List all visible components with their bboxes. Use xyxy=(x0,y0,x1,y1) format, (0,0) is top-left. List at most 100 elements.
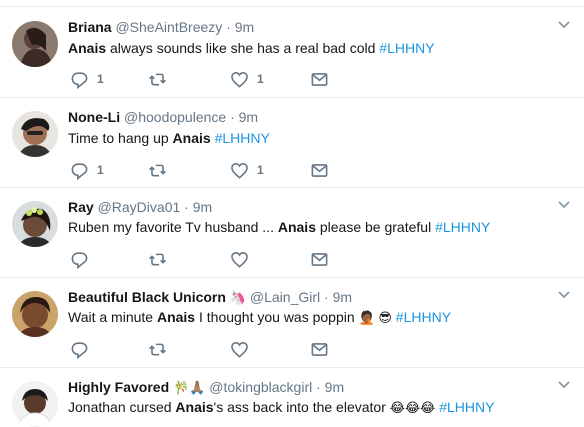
reply-icon xyxy=(71,71,88,89)
avatar[interactable] xyxy=(12,201,58,247)
name-emoji: 🦄 xyxy=(229,290,246,305)
tweet-actions: 1 1 xyxy=(68,69,368,89)
tweet-header: Ray @RayDiva01 · 9m xyxy=(68,198,212,216)
caret-down-icon[interactable] xyxy=(557,200,571,210)
separator: · xyxy=(230,109,235,125)
reply-count: 1 xyxy=(97,72,104,86)
timestamp[interactable]: 9m xyxy=(235,19,254,35)
display-name[interactable]: Beautiful Black Unicorn xyxy=(68,289,226,305)
text-post: please be grateful xyxy=(315,219,436,235)
message-icon xyxy=(311,163,328,177)
tweet-header: Briana @SheAintBreezy · 9m xyxy=(68,18,254,36)
username[interactable]: @RayDiva01 xyxy=(98,199,181,215)
reply-button[interactable] xyxy=(70,339,97,359)
tweet-header: Highly Favored 🎋🙏🏽 @tokingblackgirl · 9m xyxy=(68,378,344,397)
timestamp[interactable]: 9m xyxy=(193,199,212,215)
tweet[interactable]: Highly Favored 🎋🙏🏽 @tokingblackgirl · 9m… xyxy=(0,367,584,427)
text-pre: Ruben my favorite Tv husband ... xyxy=(68,219,278,235)
hashtag-link[interactable]: #LHHNY xyxy=(215,130,270,146)
retweet-button[interactable] xyxy=(148,249,175,269)
retweet-button[interactable] xyxy=(148,339,175,359)
message-icon xyxy=(311,72,328,86)
username[interactable]: @tokingblackgirl xyxy=(209,379,312,395)
like-button[interactable]: 1 xyxy=(230,69,264,89)
hashtag-link[interactable]: #LHHNY xyxy=(439,399,494,415)
display-name[interactable]: Ray xyxy=(68,199,94,215)
like-count: 1 xyxy=(257,163,264,177)
separator: · xyxy=(184,199,189,215)
timestamp[interactable]: 9m xyxy=(325,379,344,395)
like-button[interactable] xyxy=(230,339,257,359)
separator: · xyxy=(316,379,321,395)
text-post: I thought you was poppin xyxy=(195,309,359,325)
mention-bold: Anais xyxy=(172,130,211,146)
like-button[interactable] xyxy=(230,249,257,269)
text-pre: Jonathan cursed xyxy=(68,399,176,415)
direct-message-button[interactable] xyxy=(310,249,329,269)
text-post: 's ass back into the elevator xyxy=(213,399,390,415)
tweet-actions: 1 1 xyxy=(68,160,368,180)
like-icon xyxy=(231,71,248,88)
tweet-actions xyxy=(68,339,368,359)
text-pre: Time to hang up xyxy=(68,130,173,146)
reply-icon xyxy=(71,162,88,180)
reply-icon xyxy=(71,341,88,359)
reply-count: 1 xyxy=(97,163,104,177)
reply-button[interactable]: 1 xyxy=(70,160,104,180)
caret-down-icon[interactable] xyxy=(557,380,571,390)
mention-bold: Anais xyxy=(277,219,316,235)
tweet[interactable]: None-Li @hoodopulence · 9m Time to hang … xyxy=(0,97,584,187)
message-icon xyxy=(311,252,328,266)
tweet-header: Beautiful Black Unicorn 🦄 @Lain_Girl · 9… xyxy=(68,288,352,307)
direct-message-button[interactable] xyxy=(310,339,329,359)
display-name[interactable]: None-Li xyxy=(68,109,120,125)
timestamp[interactable]: 9m xyxy=(333,289,352,305)
avatar[interactable] xyxy=(12,381,58,427)
avatar[interactable] xyxy=(12,291,58,337)
mention-bold: Anais xyxy=(175,399,214,415)
like-icon xyxy=(231,251,248,268)
timestamp[interactable]: 9m xyxy=(239,109,258,125)
username[interactable]: @SheAintBreezy xyxy=(115,19,222,35)
hashtag-link[interactable]: #LHHNY xyxy=(435,219,490,235)
separator: · xyxy=(324,289,329,305)
reply-button[interactable]: 1 xyxy=(70,69,104,89)
tweet-actions xyxy=(68,249,368,269)
tweet-header: None-Li @hoodopulence · 9m xyxy=(68,108,258,126)
hashtag-link[interactable]: #LHHNY xyxy=(379,40,434,56)
mention-bold: Anais xyxy=(156,309,196,325)
avatar[interactable] xyxy=(12,21,58,67)
display-name[interactable]: Highly Favored xyxy=(68,379,169,395)
like-count: 1 xyxy=(257,72,264,86)
username[interactable]: @Lain_Girl xyxy=(250,289,320,305)
reply-button[interactable] xyxy=(70,249,97,269)
like-icon xyxy=(231,341,248,358)
text-pre: Wait a minute xyxy=(68,309,157,325)
direct-message-button[interactable] xyxy=(310,160,329,180)
reply-icon xyxy=(71,251,88,269)
retweet-button[interactable] xyxy=(148,69,175,89)
tweet[interactable]: Beautiful Black Unicorn 🦄 @Lain_Girl · 9… xyxy=(0,277,584,367)
caret-down-icon[interactable] xyxy=(557,290,571,300)
direct-message-button[interactable] xyxy=(310,69,329,89)
caret-down-icon[interactable] xyxy=(557,20,571,30)
text-emoji: 🤦🏾 😎 xyxy=(358,310,392,325)
name-emoji: 🎋🙏🏽 xyxy=(173,380,206,395)
username[interactable]: @hoodopulence xyxy=(124,109,226,125)
separator: · xyxy=(226,19,231,35)
avatar[interactable] xyxy=(12,111,58,157)
mention-bold: Anais xyxy=(68,40,107,56)
text-emoji: 😂😂😂 xyxy=(389,400,436,415)
tweet-text: Ruben my favorite Tv husband ... Anais p… xyxy=(68,218,490,236)
like-button[interactable]: 1 xyxy=(230,160,264,180)
retweet-icon xyxy=(149,253,166,265)
retweet-button[interactable] xyxy=(148,160,175,180)
tweet[interactable]: Briana @SheAintBreezy · 9m Anais always … xyxy=(0,6,584,97)
tweet-text: Anais always sounds like she has a real … xyxy=(68,39,435,57)
tweet[interactable]: Ray @RayDiva01 · 9m Ruben my favorite Tv… xyxy=(0,187,584,277)
display-name[interactable]: Briana xyxy=(68,19,112,35)
retweet-icon xyxy=(149,343,166,355)
hashtag-link[interactable]: #LHHNY xyxy=(396,309,451,325)
tweet-text: Jonathan cursed Anais's ass back into th… xyxy=(68,398,494,417)
retweet-icon xyxy=(149,73,166,85)
